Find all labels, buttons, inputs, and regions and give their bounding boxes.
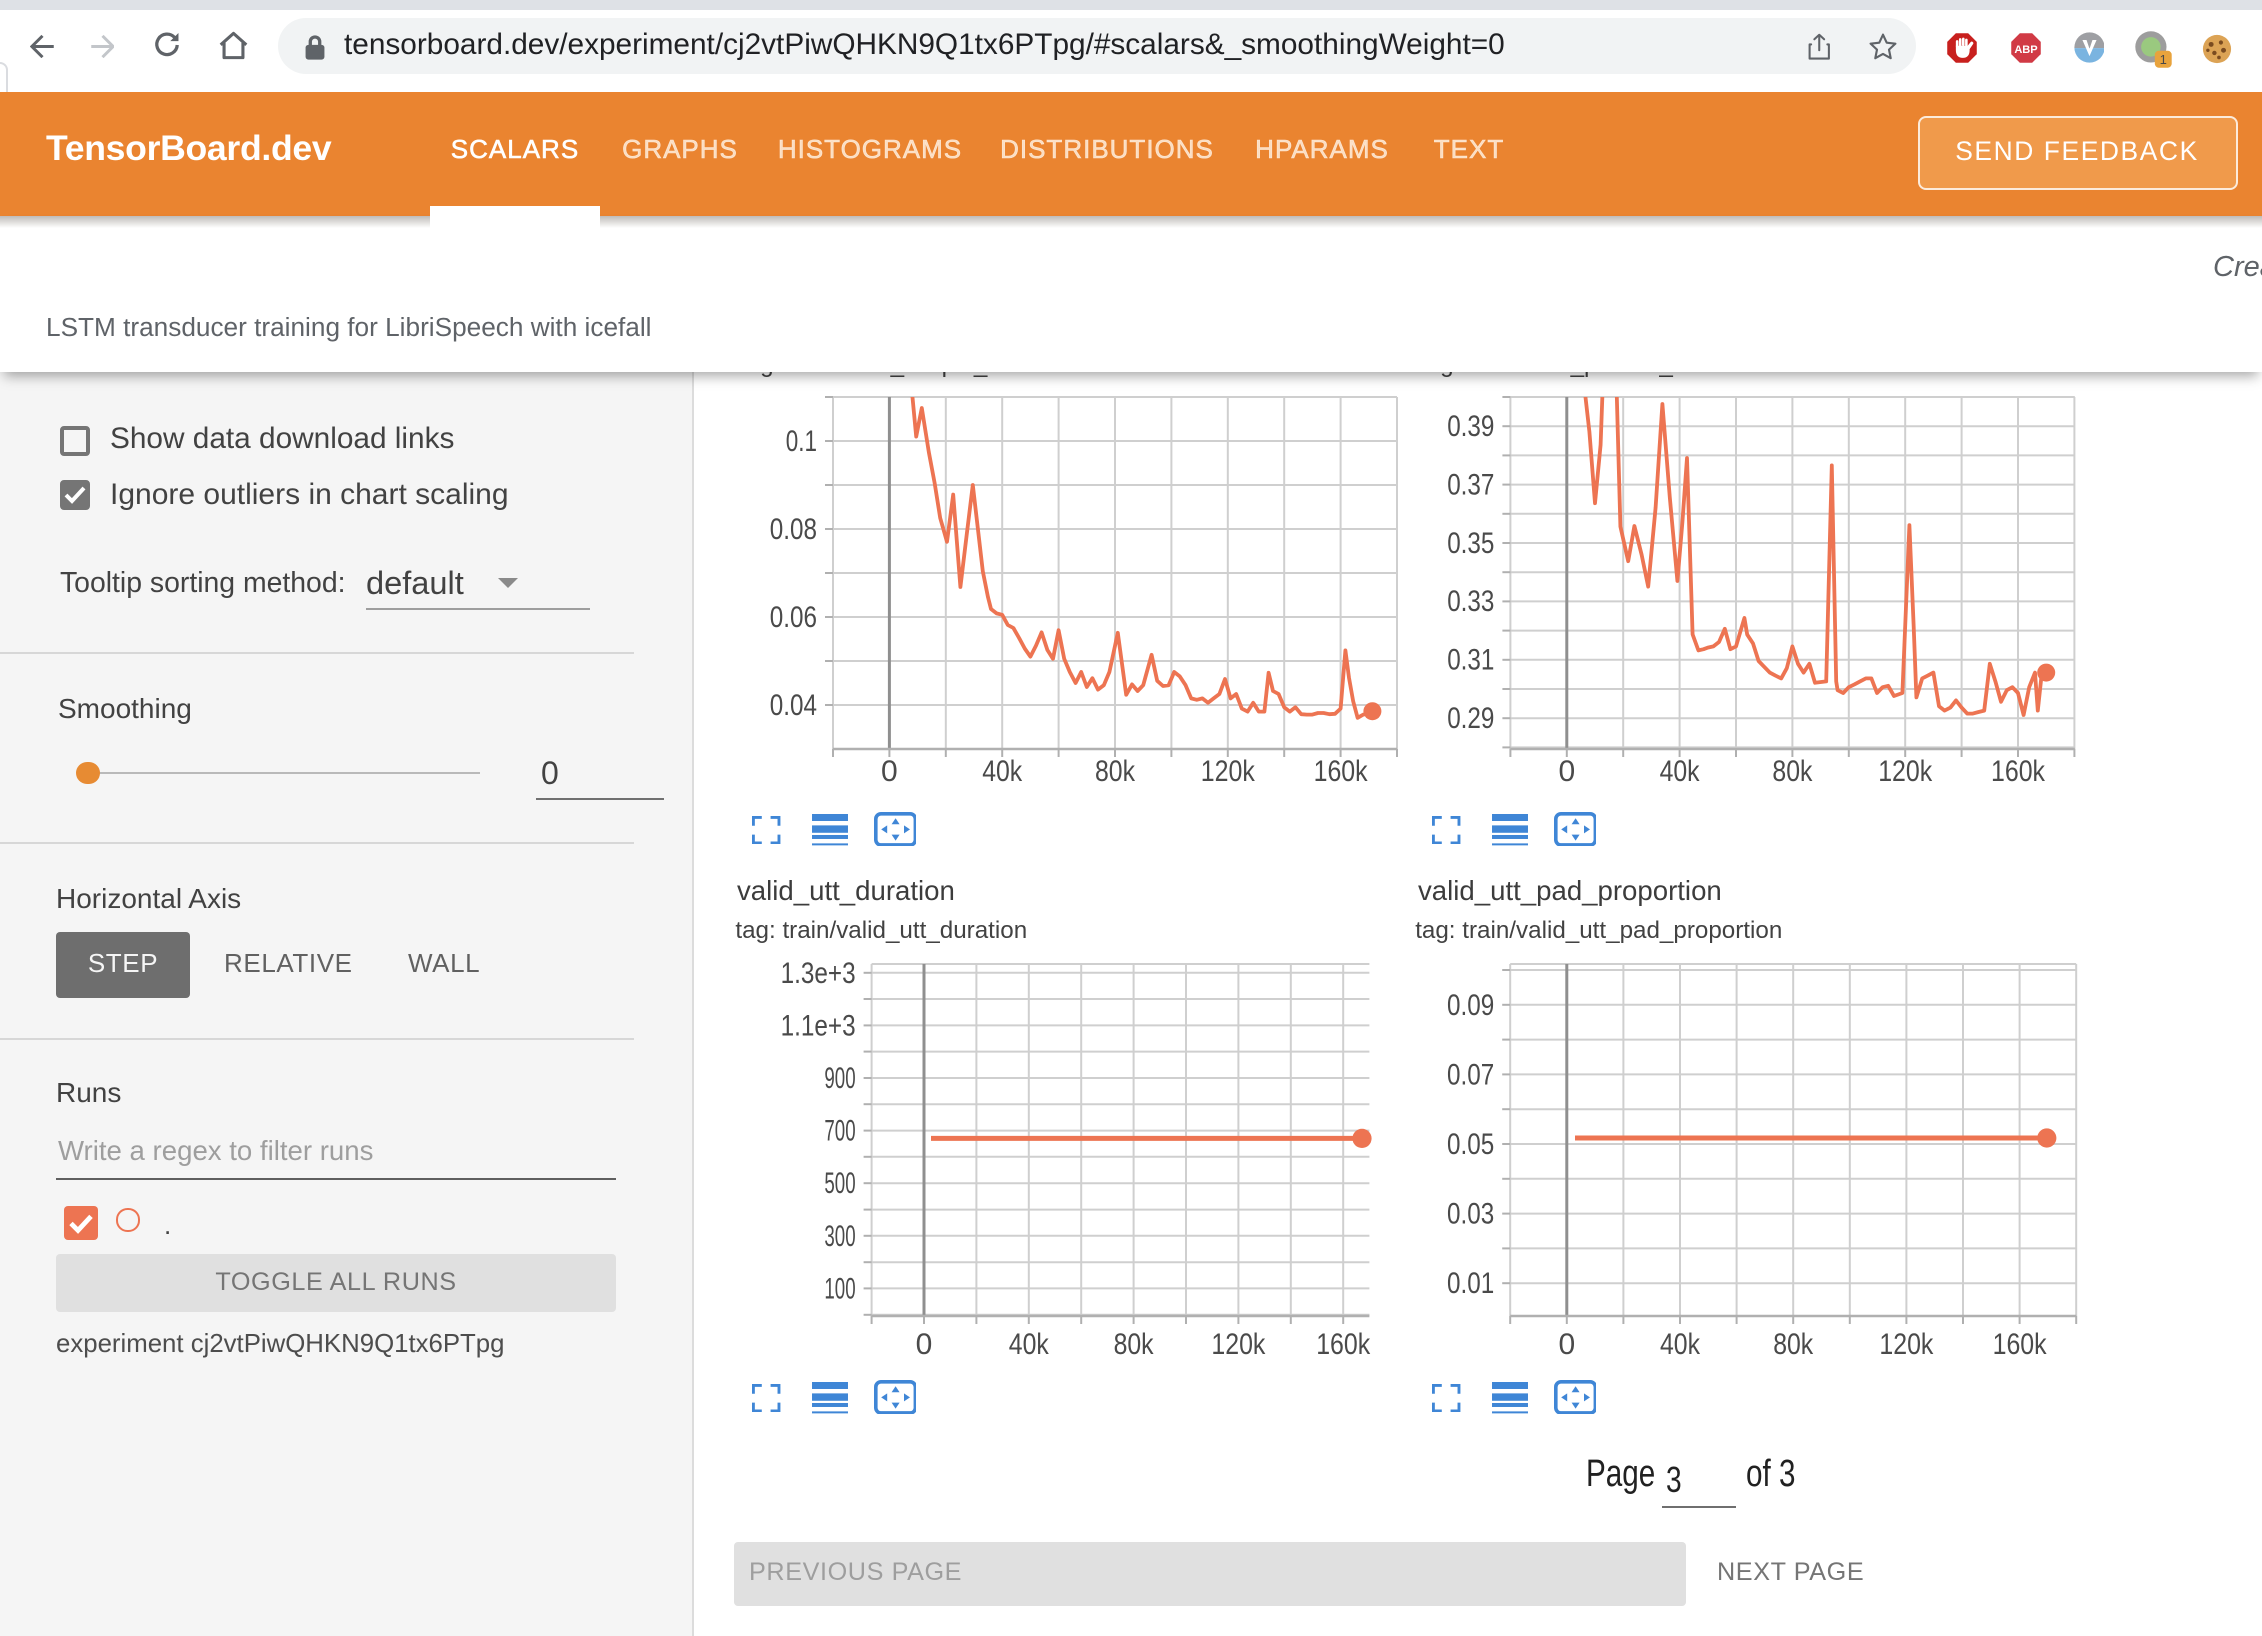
svg-text:700: 700 (824, 1115, 855, 1148)
svg-text:1.3e+3: 1.3e+3 (781, 957, 856, 990)
svg-text:0.06: 0.06 (770, 601, 817, 634)
svg-text:100: 100 (824, 1272, 855, 1305)
svg-text:900: 900 (824, 1062, 855, 1095)
svg-text:80k: 80k (1114, 1328, 1155, 1361)
svg-text:80k: 80k (1773, 1328, 1814, 1361)
svg-text:120k: 120k (1211, 1328, 1266, 1361)
svg-text:0: 0 (916, 1328, 933, 1361)
svg-text:0.05: 0.05 (1447, 1128, 1494, 1161)
svg-text:0.35: 0.35 (1447, 527, 1494, 560)
svg-text:0: 0 (1558, 1328, 1575, 1361)
svg-text:120k: 120k (1878, 755, 1933, 788)
svg-text:0.09: 0.09 (1447, 989, 1494, 1022)
svg-text:1.1e+3: 1.1e+3 (781, 1009, 856, 1042)
svg-text:500: 500 (824, 1167, 855, 1200)
svg-text:0.08: 0.08 (770, 513, 817, 546)
svg-text:ABP: ABP (2014, 44, 2037, 56)
svg-text:0: 0 (1558, 755, 1575, 788)
svg-text:0.31: 0.31 (1447, 644, 1494, 677)
svg-text:40k: 40k (1660, 1328, 1701, 1361)
svg-text:40k: 40k (982, 755, 1023, 788)
svg-text:0.1: 0.1 (786, 425, 817, 458)
svg-text:160k: 160k (1314, 755, 1369, 788)
svg-text:0.04: 0.04 (770, 689, 817, 722)
svg-text:0.33: 0.33 (1447, 585, 1494, 618)
svg-text:80k: 80k (1772, 755, 1813, 788)
svg-text:120k: 120k (1201, 755, 1256, 788)
svg-text:300: 300 (824, 1220, 855, 1253)
svg-text:1: 1 (2160, 51, 2167, 66)
svg-text:0.29: 0.29 (1447, 702, 1494, 735)
svg-text:0.39: 0.39 (1447, 410, 1494, 443)
svg-text:0.07: 0.07 (1447, 1058, 1494, 1091)
svg-text:120k: 120k (1879, 1328, 1934, 1361)
svg-text:40k: 40k (1009, 1328, 1050, 1361)
svg-text:0.37: 0.37 (1447, 468, 1494, 501)
svg-text:40k: 40k (1660, 755, 1701, 788)
svg-text:0: 0 (881, 755, 898, 788)
svg-text:160k: 160k (1316, 1328, 1371, 1361)
svg-text:0.01: 0.01 (1447, 1267, 1494, 1300)
svg-text:160k: 160k (1993, 1328, 2048, 1361)
svg-text:160k: 160k (1991, 755, 2046, 788)
svg-text:0.03: 0.03 (1447, 1198, 1494, 1231)
svg-text:80k: 80k (1095, 755, 1136, 788)
